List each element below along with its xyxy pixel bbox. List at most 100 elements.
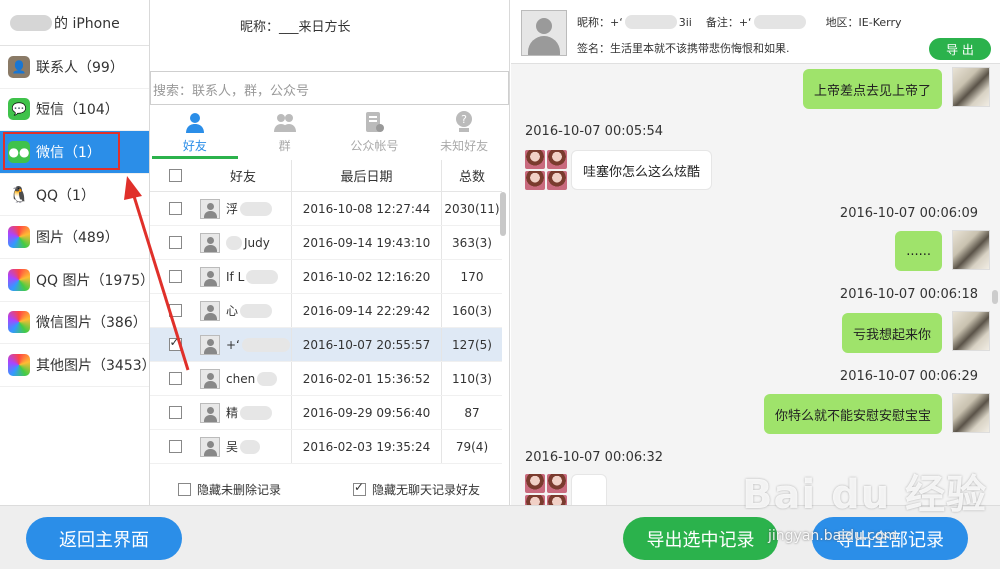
row-checkbox[interactable] (168, 440, 182, 453)
row-checkbox[interactable] (168, 270, 182, 283)
table-row-selected[interactable]: +‘ 2016-10-07 20:55:57 127(5) (150, 328, 502, 362)
sidebar-item-contacts[interactable]: 👤 联系人（99） (0, 46, 149, 89)
filter-options: 隐藏未删除记录 隐藏无聊天记录好友 (178, 480, 480, 498)
friend-name: 吴 (226, 440, 239, 454)
group-icon (273, 114, 296, 132)
tab-label: 未知好友 (440, 139, 489, 153)
contact-chat-avatar (525, 474, 567, 505)
last-date: 2016-10-02 12:16:20 (292, 260, 442, 293)
export-button[interactable]: 导 出 (929, 38, 991, 60)
search-input[interactable]: 搜索：联系人，群，公众号 (150, 71, 509, 105)
row-checkbox[interactable] (168, 406, 182, 419)
contact-nickname-suffix: 3ii (678, 15, 692, 29)
row-checkbox[interactable] (168, 202, 182, 215)
message-bubble-received (571, 474, 607, 505)
sidebar-item-label: 联系人（99） (36, 59, 124, 76)
table-row[interactable]: 吴 2016-02-03 19:35:24 79(4) (150, 430, 502, 464)
option-hide-deleted[interactable]: 隐藏未删除记录 (178, 481, 281, 498)
table-row[interactable]: If L 2016-10-02 12:16:20 170 (150, 260, 502, 294)
column-header-total[interactable]: 总数 (442, 166, 502, 185)
highlight-box (3, 132, 120, 170)
baidu-watermark: Bai du 经验 (742, 472, 988, 518)
device-label: 的 iPhone (54, 15, 120, 32)
message-total: 2030(11) (444, 201, 500, 216)
table-row[interactable]: 心 2016-09-14 22:29:42 160(3) (150, 294, 502, 328)
sidebar-item-label: 其他图片（3453） (36, 357, 156, 374)
tab-label: 公众帐号 (350, 139, 399, 153)
chat-scrollbar[interactable] (992, 290, 998, 304)
message-bubble-sent: 亏我想起来你 (841, 313, 942, 353)
hide-deleted-checkbox[interactable] (178, 483, 191, 496)
sidebar-item-wechat-photos[interactable]: 微信图片（386） (0, 302, 149, 345)
sidebar-item-photos[interactable]: 图片（489） (0, 216, 149, 259)
friend-name: +‘ (226, 337, 240, 352)
row-checkbox[interactable] (168, 372, 182, 385)
last-date: 2016-09-29 09:56:40 (292, 396, 442, 429)
avatar (200, 232, 220, 253)
tab-groups[interactable]: 群 (240, 108, 330, 158)
friend-name: Judy (244, 235, 270, 250)
friend-table: 好友 最后日期 总数 浮 2016-10-08 12:27:44 2030(11… (150, 160, 502, 464)
hide-no-chat-checkbox[interactable] (353, 480, 367, 496)
sidebar-item-qq-photos[interactable]: QQ 图片（1975） (0, 259, 154, 302)
redacted-name (240, 439, 261, 454)
back-to-main-button[interactable]: 返回主界面 (26, 517, 182, 560)
message-timestamp: 2016-10-07 00:05:54 (525, 124, 664, 139)
qq-icon: 🐧 (8, 183, 30, 206)
contact-panel: 昵称：___来日方长 搜索：联系人，群，公众号 好友 群 公众帐号 ? 未知好友… (150, 0, 510, 505)
tab-unknown-friends[interactable]: ? 未知好友 (419, 108, 509, 158)
sidebar-item-label: 图片（489） (36, 230, 119, 247)
my-avatar (952, 230, 990, 270)
hide-deleted-label: 隐藏未删除记录 (197, 483, 282, 497)
sidebar-item-label: 微信图片（386） (36, 315, 147, 332)
contact-remark: 备注：+‘ (705, 16, 752, 29)
sidebar-item-label: QQ（1） (36, 187, 95, 204)
redacted-name (240, 201, 273, 216)
row-checkbox[interactable] (168, 335, 182, 351)
table-row[interactable]: Judy 2016-09-14 19:43:10 363(3) (150, 226, 502, 260)
last-date: 2016-09-14 19:43:10 (292, 226, 442, 259)
row-checkbox[interactable] (168, 236, 182, 249)
account-nickname: 昵称：___来日方长 (240, 20, 351, 35)
message-timestamp: 2016-10-07 00:06:32 (525, 450, 664, 465)
friend-name: If L (226, 269, 245, 284)
row-checkbox[interactable] (168, 304, 182, 317)
redacted-name (226, 235, 242, 250)
contact-region: 地区：IE-Kerry (825, 16, 902, 29)
message-timestamp: 2016-10-07 00:06:09 (839, 206, 978, 221)
message-total: 110(3) (452, 371, 492, 386)
table-row[interactable]: 浮 2016-10-08 12:27:44 2030(11) (150, 192, 502, 226)
select-all-checkbox[interactable] (168, 169, 182, 182)
my-avatar (952, 67, 990, 107)
tab-official-accounts[interactable]: 公众帐号 (330, 108, 420, 158)
option-hide-no-chat[interactable]: 隐藏无聊天记录好友 (353, 480, 480, 498)
wechat-photos-icon (8, 311, 30, 334)
column-header-date[interactable]: 最后日期 (292, 160, 442, 191)
message-total: 170 (460, 269, 484, 284)
column-header-name[interactable]: 好友 (200, 160, 292, 191)
tab-friends[interactable]: 好友 (150, 108, 240, 159)
sidebar-item-other-photos[interactable]: 其他图片（3453） (0, 344, 156, 387)
contact-chat-avatar (525, 150, 567, 190)
friend-name: 浮 (226, 202, 239, 216)
message-bubble-received: 哇塞你怎么这么炫酷 (571, 150, 713, 190)
redacted-device-name (10, 14, 52, 31)
last-date: 2016-10-07 20:55:57 (292, 328, 442, 361)
contact-signature: 签名：生活里本就不该携带悲伤悔恨和如果. (577, 42, 790, 55)
device-title: 的 iPhone (0, 0, 149, 46)
avatar (200, 300, 220, 321)
my-avatar (952, 393, 990, 433)
table-row[interactable]: chen 2016-02-01 15:36:52 110(3) (150, 362, 502, 396)
sidebar-item-sms[interactable]: 💬 短信（104） (0, 89, 149, 132)
table-scrollbar[interactable] (500, 192, 506, 236)
sidebar: 的 iPhone 👤 联系人（99） 💬 短信（104） ●● 微信（1） 🐧 … (0, 0, 156, 505)
table-row[interactable]: 精 2016-09-29 09:56:40 87 (150, 396, 502, 430)
message-bubble-sent: 你特么就不能安慰安慰宝宝 (763, 394, 942, 434)
redacted-name (246, 269, 279, 284)
tab-label: 好友 (182, 139, 207, 153)
avatar (200, 436, 220, 457)
sidebar-item-qq[interactable]: 🐧 QQ（1） (0, 174, 149, 217)
export-selected-button[interactable]: 导出选中记录 (623, 517, 778, 560)
my-avatar (952, 311, 990, 351)
table-header: 好友 最后日期 总数 (150, 160, 502, 192)
